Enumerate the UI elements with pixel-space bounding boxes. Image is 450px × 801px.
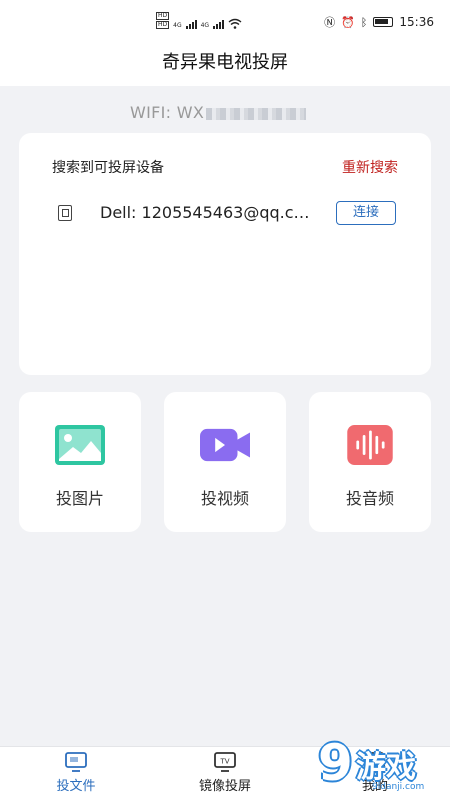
wifi-info: WIFI: WX	[130, 103, 307, 122]
wifi-icon	[228, 18, 242, 29]
network-type-2: 4G	[200, 22, 210, 29]
tile-label: 投音频	[345, 489, 394, 508]
signal-icon-2	[213, 20, 225, 29]
tv-icon: TV	[214, 752, 236, 772]
nav-cast-file[interactable]: 投文件	[26, 751, 126, 794]
device-list-card: 搜索到可投屏设备 重新搜索 Dell: 1205545463@qq.c… 连接	[19, 133, 431, 375]
device-list-heading: 搜索到可投屏设备	[52, 160, 164, 176]
device-row: Dell: 1205545463@qq.c… 连接	[52, 201, 398, 227]
tile-label: 投图片	[55, 489, 104, 508]
refresh-search-button[interactable]: 重新搜索	[342, 157, 398, 177]
image-icon	[55, 425, 105, 465]
battery-icon	[373, 17, 394, 27]
video-icon	[200, 428, 250, 462]
status-bar: HD HD 4G 4G Ⓝ ⏰ ᛒ 15:36	[0, 0, 450, 44]
nfc-icon: Ⓝ	[324, 16, 336, 29]
cast-audio-tile[interactable]: 投音频	[309, 392, 431, 532]
sim1-badge: HD	[156, 12, 170, 20]
nav-label: 镜像投屏	[198, 779, 251, 794]
signal-icon	[185, 20, 197, 29]
cast-video-tile[interactable]: 投视频	[164, 392, 286, 532]
watermark-logo: 9	[318, 734, 353, 792]
watermark-url: 9ldanji.com	[372, 782, 425, 792]
page-title: 奇异果电视投屏	[162, 52, 288, 73]
tile-label: 投视频	[200, 489, 249, 508]
network-type-1: 4G	[173, 22, 182, 29]
file-cast-icon	[65, 752, 87, 772]
site-watermark: 9 游戏 9ldanji.com	[318, 734, 450, 800]
nav-mirror-cast[interactable]: TV 镜像投屏	[175, 751, 275, 794]
watermark-text: 游戏	[356, 750, 416, 785]
device-name: Dell: 1205545463@qq.c…	[100, 203, 310, 222]
bluetooth-icon: ᛒ	[360, 15, 368, 29]
audio-icon	[347, 425, 393, 465]
wifi-label: WIFI: WX	[130, 103, 205, 122]
status-time: 15:36	[399, 15, 434, 29]
cast-device-icon	[58, 205, 72, 221]
sim2-badge: HD	[156, 21, 170, 29]
status-right: Ⓝ ⏰ ᛒ 15:36	[324, 14, 434, 30]
connect-button[interactable]: 连接	[336, 201, 396, 225]
alarm-icon: ⏰	[341, 15, 355, 29]
app-header: 奇异果电视投屏	[0, 44, 450, 86]
svg-text:TV: TV	[219, 758, 229, 766]
network-indicators: HD HD 4G 4G	[156, 12, 242, 29]
nav-label: 投文件	[56, 779, 96, 794]
cast-image-tile[interactable]: 投图片	[19, 392, 141, 532]
wifi-name-redacted	[206, 107, 307, 120]
